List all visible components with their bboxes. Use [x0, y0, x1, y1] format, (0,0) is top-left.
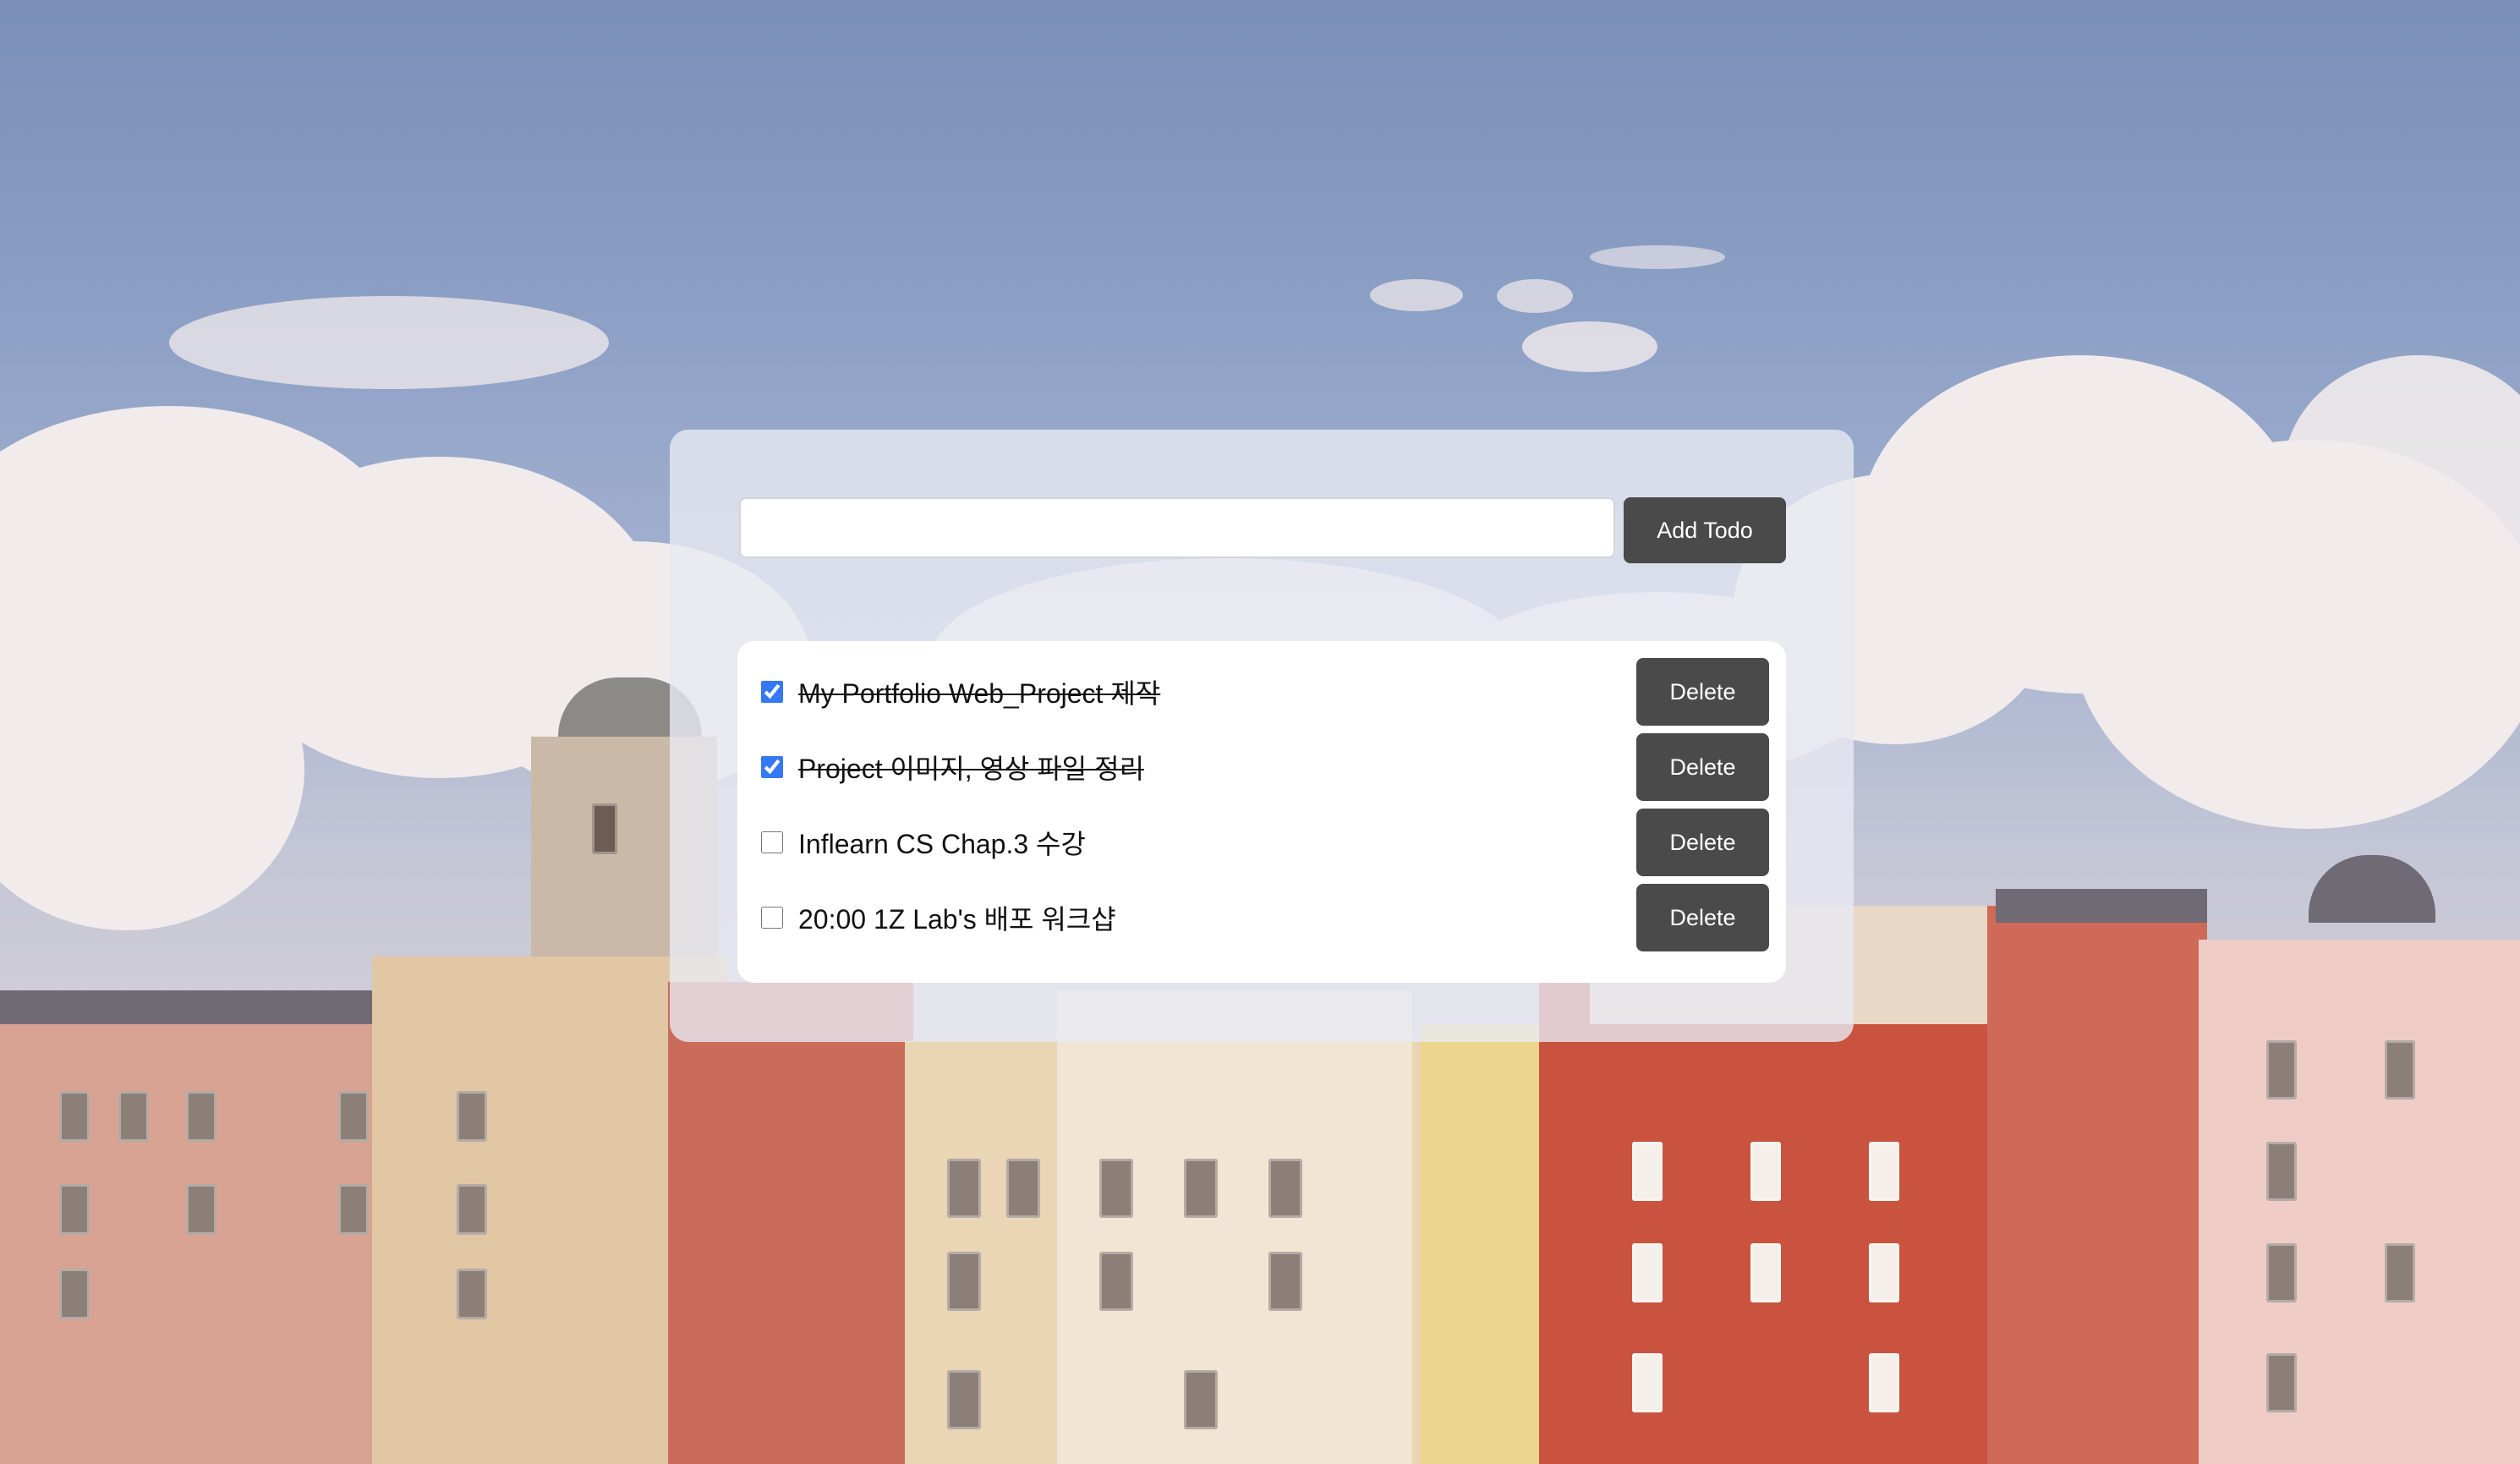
todo-checkbox[interactable]	[761, 907, 783, 929]
delete-button[interactable]: Delete	[1636, 658, 1769, 726]
todo-list: My Portfolio Web_Project 제작 Delete Proje…	[737, 641, 1786, 983]
app-page: Add Todo My Portfolio Web_Project 제작 Del…	[0, 0, 2520, 1464]
todo-card: Add Todo My Portfolio Web_Project 제작 Del…	[670, 430, 1854, 1042]
todo-input[interactable]	[739, 497, 1615, 558]
todo-item: Inflearn CS Chap.3 수강 Delete	[758, 809, 1769, 876]
delete-button[interactable]: Delete	[1636, 733, 1769, 801]
todo-checkbox[interactable]	[761, 681, 783, 703]
add-todo-button[interactable]: Add Todo	[1624, 497, 1786, 563]
todo-text: Inflearn CS Chap.3 수강	[798, 829, 1086, 859]
todo-item: Project 이미지, 영상 파일 정리 Delete	[758, 733, 1769, 801]
todo-item: 20:00 1Z Lab's 배포 워크샵 Delete	[758, 884, 1769, 951]
todo-text: Project 이미지, 영상 파일 정리	[798, 754, 1145, 784]
todo-text: My Portfolio Web_Project 제작	[798, 678, 1161, 709]
todo-checkbox[interactable]	[761, 756, 783, 778]
todo-checkbox[interactable]	[761, 831, 783, 853]
todo-text: 20:00 1Z Lab's 배포 워크샵	[798, 904, 1116, 935]
delete-button[interactable]: Delete	[1636, 884, 1769, 951]
delete-button[interactable]: Delete	[1636, 809, 1769, 876]
todo-item: My Portfolio Web_Project 제작 Delete	[758, 658, 1769, 726]
